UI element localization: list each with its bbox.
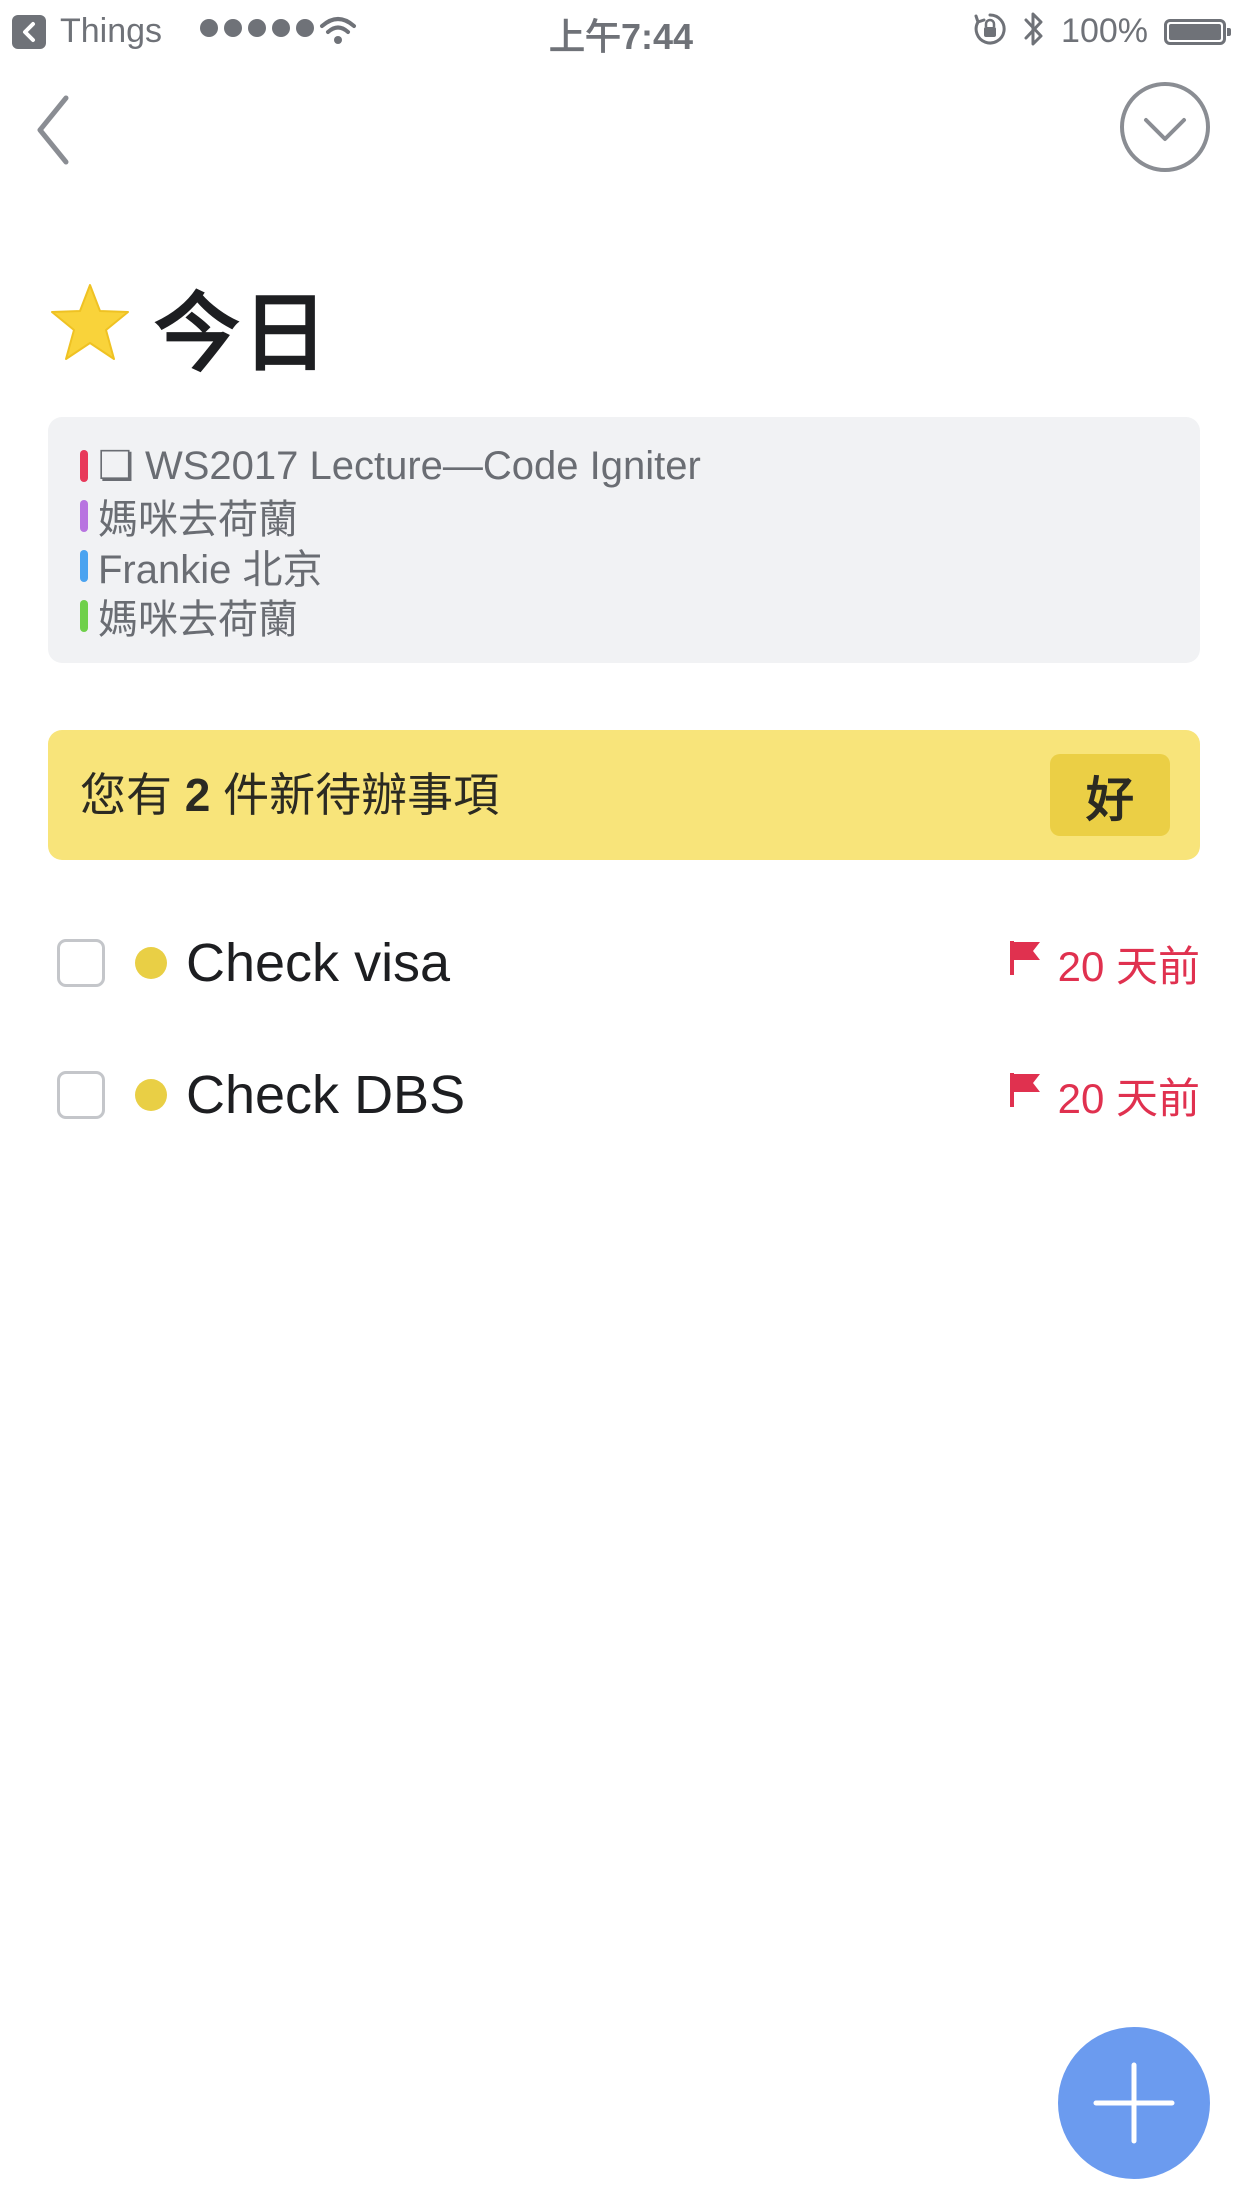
deadline-flag-icon xyxy=(1008,939,1042,987)
banner-count: 2 xyxy=(184,769,211,821)
banner-prefix: 您有 xyxy=(80,769,185,821)
calendar-event: 媽咪去荷蘭 xyxy=(80,491,1200,542)
page-title: 今日 xyxy=(154,285,330,382)
banner-ok-button[interactable]: 好 xyxy=(1050,754,1170,836)
todo-deadline: 20 天前 xyxy=(1008,1050,1200,1140)
status-right: 100% xyxy=(973,10,1231,53)
deadline-flag-icon xyxy=(1008,1071,1042,1119)
calendar-event: Frankie 北京 xyxy=(80,541,1200,592)
back-button[interactable] xyxy=(30,90,80,170)
star-icon xyxy=(48,283,132,368)
todo-title: Check DBS xyxy=(186,1065,466,1125)
complete-today-button[interactable] xyxy=(1118,80,1212,174)
calendar-event: ❏ WS2017 Lecture—Code Igniter xyxy=(80,441,1200,491)
calendar-event: 媽咪去荷蘭 xyxy=(80,591,1200,642)
chevron-circle-icon xyxy=(1120,82,1210,172)
todo-item[interactable]: Check visa 20 天前 xyxy=(48,918,1200,1008)
event-title: ❏ WS2017 Lecture—Code Igniter xyxy=(98,444,701,488)
add-todo-button[interactable] xyxy=(1058,2027,1210,2179)
calendar-events[interactable]: ❏ WS2017 Lecture—Code Igniter 媽咪去荷蘭 Fran… xyxy=(48,417,1200,663)
page-header: 今日 xyxy=(48,275,330,382)
battery-fill xyxy=(1169,23,1221,40)
event-color-bar xyxy=(80,600,88,632)
banner-message: 您有 2 件新待辦事項 xyxy=(80,730,499,860)
event-color-bar xyxy=(80,500,88,532)
todo-checkbox[interactable] xyxy=(57,939,105,987)
new-todos-banner: 您有 2 件新待辦事項 好 xyxy=(48,730,1200,860)
todo-checkbox[interactable] xyxy=(57,1071,105,1119)
battery-icon xyxy=(1164,18,1231,45)
event-title: 媽咪去荷蘭 xyxy=(98,598,298,642)
event-color-bar xyxy=(80,550,88,582)
new-todo-dot-icon xyxy=(135,947,167,979)
status-bar: Things 上午7:44 100% xyxy=(0,0,1242,60)
battery-percent: 100% xyxy=(1061,12,1148,50)
rotation-lock-icon xyxy=(973,12,1007,51)
deadline-text: 20 天前 xyxy=(1057,942,1200,990)
new-todo-dot-icon xyxy=(135,1079,167,1111)
bluetooth-icon xyxy=(1023,10,1045,53)
deadline-text: 20 天前 xyxy=(1057,1074,1200,1122)
plus-icon xyxy=(1093,2062,1175,2144)
todo-deadline: 20 天前 xyxy=(1008,918,1200,1008)
event-color-bar xyxy=(80,450,88,482)
banner-suffix: 件新待辦事項 xyxy=(210,769,500,821)
todo-item[interactable]: Check DBS 20 天前 xyxy=(48,1050,1200,1140)
todo-title: Check visa xyxy=(186,933,451,993)
